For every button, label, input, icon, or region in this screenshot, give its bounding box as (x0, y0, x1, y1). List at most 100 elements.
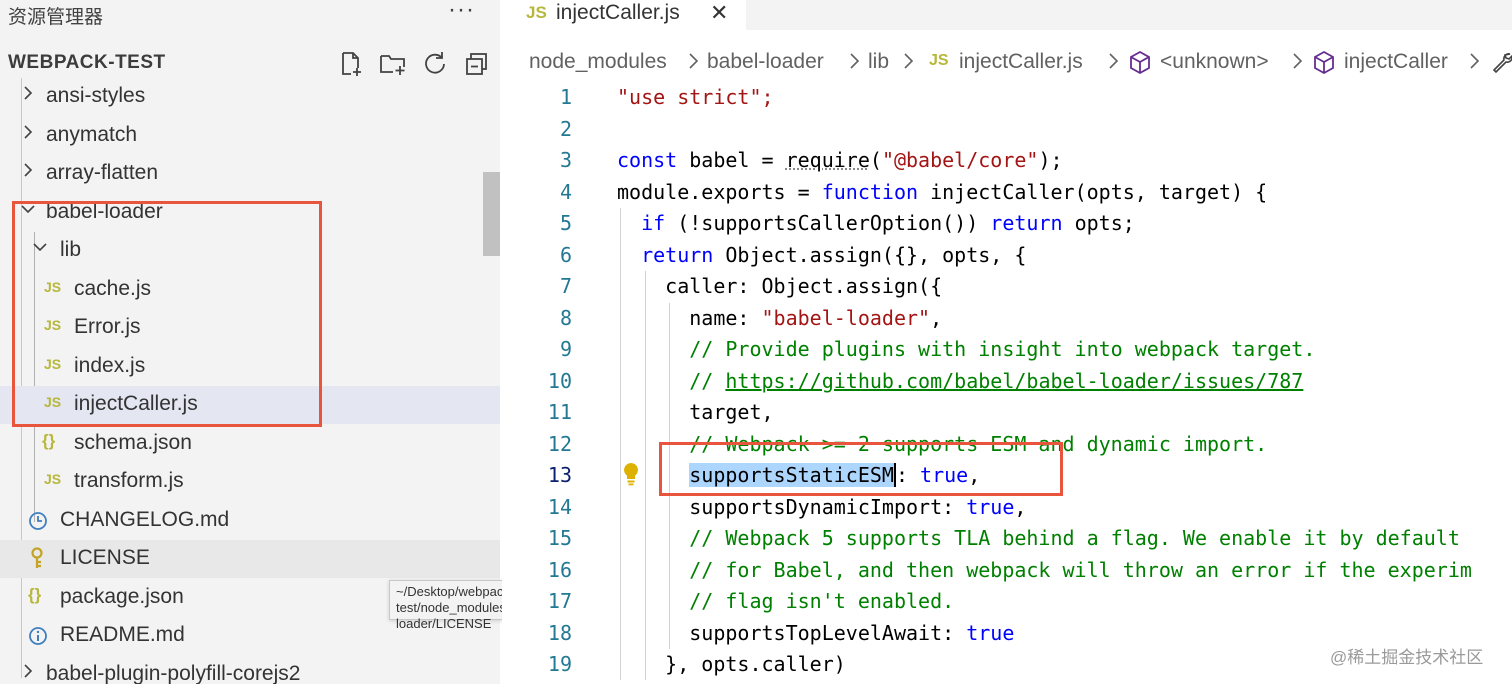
tree-item-label: transform.js (74, 469, 184, 492)
code-text: module.exports = function injectCaller(o… (617, 180, 1267, 204)
chevron-right-icon (24, 86, 33, 100)
tree-item-ansi-styles[interactable]: ansi-styles (0, 78, 500, 116)
tree-item-label: schema.json (74, 430, 192, 454)
breadcrumb-injectcaller[interactable]: injectCaller (1344, 50, 1448, 74)
chevron-right-icon (24, 124, 33, 139)
code-token: opts; (1062, 211, 1135, 235)
code-text: name: "babel-loader", (617, 306, 942, 330)
line-number: 1 (559, 85, 572, 109)
json-file-icon: {} (42, 430, 56, 450)
line-number: 6 (559, 242, 572, 267)
tree-item-changelog-md[interactable]: CHANGELOG.md (0, 502, 500, 540)
code-comment: // (617, 368, 726, 393)
code-line-16: 16 // for Babel, and then webpack will t… (502, 555, 1512, 587)
code-text: supportsTopLevelAwait: true (617, 621, 1014, 645)
line-number: 18 (547, 620, 572, 645)
code-line-17: 17 // flag isn't enabled. (502, 586, 1512, 618)
code-token: name: (617, 305, 762, 330)
new-file-icon[interactable] (337, 50, 365, 78)
code-string: "use strict"; (617, 85, 774, 109)
code-line-15: 15 // Webpack 5 supports TLA behind a fl… (502, 523, 1512, 555)
line-number: 14 (547, 494, 572, 519)
new-folder-icon[interactable] (379, 50, 407, 78)
code-string: "@babel/core" (881, 148, 1039, 172)
js-file-icon: JS (929, 52, 949, 69)
line-number: 16 (547, 557, 572, 582)
lightbulb-icon[interactable] (622, 462, 640, 486)
code-line-6: 6 return Object.assign({}, opts, { (502, 240, 1512, 272)
code-keyword: true (966, 494, 1015, 519)
code-comment: // Provide plugins with insight into web… (617, 337, 1316, 361)
explorer-title: 资源管理器 (8, 7, 104, 28)
key-icon (31, 547, 43, 568)
line-number: 17 (547, 589, 572, 613)
tab-bar: JS injectCaller.js ✕ (502, 0, 1512, 30)
chevron-right-icon (904, 53, 914, 69)
code-text: supportsDynamicImport: true, (617, 495, 1026, 519)
tree-item-anymatch[interactable]: anymatch (0, 117, 500, 155)
code-keyword: return (641, 242, 714, 267)
code-keyword: const (617, 148, 678, 172)
code-comment: // Webpack 5 supports TLA behind a flag.… (617, 526, 1460, 550)
line-number: 5 (559, 211, 572, 235)
sidebar-scrollbar-thumb[interactable] (483, 172, 500, 256)
code-line-11: 11 target, (502, 397, 1512, 429)
code-line-14: 14 supportsDynamicImport: true, (502, 492, 1512, 524)
code-text: const babel = require("@babel/core"); (617, 148, 1063, 172)
line-number: 7 (559, 274, 572, 298)
chevron-right-icon (1109, 53, 1119, 69)
tree-item-license[interactable]: LICENSE (0, 540, 500, 578)
breadcrumb-lib[interactable]: lib (868, 50, 889, 74)
code-text: if (!supportsCallerOption()) return opts… (617, 211, 1135, 235)
breadcrumb-injectcaller-js[interactable]: injectCaller.js (959, 50, 1083, 74)
breadcrumb-unknown[interactable]: <unknown> (1160, 50, 1269, 74)
js-file-icon: JS (44, 471, 62, 487)
chevron-right-icon (850, 53, 860, 69)
info-icon (29, 627, 47, 645)
code-line-9: 9 // Provide plugins with insight into w… (502, 334, 1512, 366)
workspace-section-header[interactable]: WEBPACK-TEST (0, 46, 500, 80)
line-number: 8 (559, 305, 572, 330)
line-number: 4 (559, 179, 572, 204)
code-link[interactable]: https://github.com/babel/babel-loader/is… (725, 369, 1303, 393)
editor-area: JS injectCaller.js ✕ node_modules babel-… (502, 0, 1512, 684)
tree-item-label: babel-plugin-polyfill-corejs2 (46, 661, 301, 684)
refresh-icon[interactable] (421, 50, 449, 78)
code-text: target, (617, 400, 774, 424)
close-icon[interactable]: ✕ (710, 0, 728, 26)
explorer-header: 资源管理器 ··· (0, 0, 500, 30)
chevron-right-icon (1293, 53, 1303, 69)
tree-item-array-flatten[interactable]: array-flatten (0, 155, 500, 193)
tree-item-label: LICENSE (60, 546, 150, 569)
code-comment: // https://github.com/babel/babel-loader… (617, 369, 1303, 393)
breadcrumb: node_modules babel-loader lib JS injectC… (502, 48, 1512, 80)
tree-item-label: package.json (60, 584, 184, 608)
code-token: (!supportsCallerOption()) (665, 211, 991, 235)
code-text: caller: Object.assign({ (617, 274, 943, 298)
code-line-5: 5 if (!supportsCallerOption()) return op… (502, 208, 1512, 240)
code-token: supportsTopLevelAwait: (617, 620, 967, 645)
collapse-all-icon[interactable] (463, 50, 491, 78)
tree-item-transform-js[interactable]: JS transform.js (0, 463, 500, 501)
breadcrumb-babel-loader[interactable]: babel-loader (707, 50, 824, 74)
tree-item-schema-json[interactable]: {} schema.json (0, 425, 500, 463)
tree-item-babel-plugin-polyfill-corejs2[interactable]: babel-plugin-polyfill-corejs2 (0, 656, 500, 684)
line-number: 10 (547, 368, 572, 393)
tree-item-label: ansi-styles (46, 84, 146, 107)
code-token: injectCaller(opts, target) { (918, 179, 1268, 204)
breadcrumb-node-modules[interactable]: node_modules (529, 50, 667, 74)
more-actions-icon[interactable]: ··· (448, 0, 475, 24)
code-line-1: 1 "use strict"; (502, 82, 1512, 114)
code-line-8: 8 name: "babel-loader", (502, 303, 1512, 335)
code-keyword: function (821, 179, 919, 204)
code-text: }, opts.caller) (617, 652, 846, 676)
tree-item-label: README.md (60, 623, 185, 646)
chevron-right-icon (689, 53, 699, 69)
code-line-2: 2 (502, 114, 1512, 146)
tab-injectcaller-js[interactable]: JS injectCaller.js ✕ (502, 0, 746, 30)
code-line-7: 7 caller: Object.assign({ (502, 271, 1512, 303)
code-text: "use strict"; (617, 85, 774, 109)
code-comment: // flag isn't enabled. (617, 589, 955, 613)
